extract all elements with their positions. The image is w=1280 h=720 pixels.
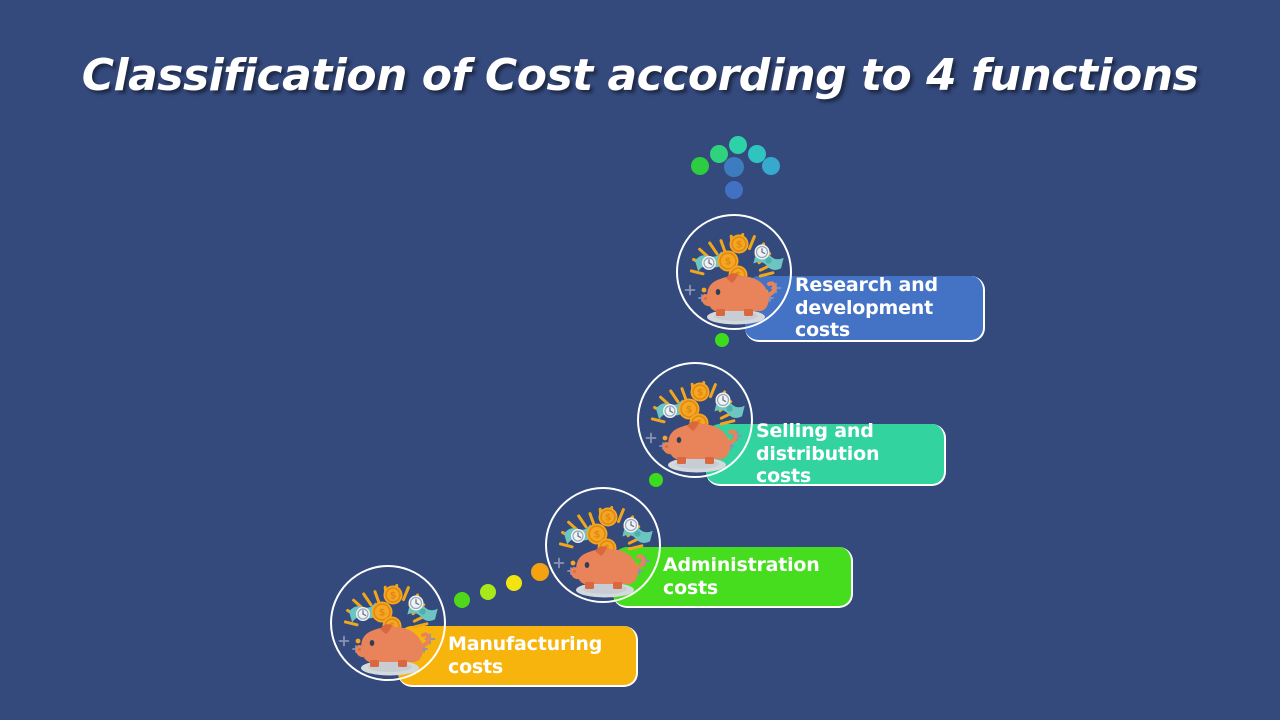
svg-text:$: $ <box>605 513 612 524</box>
cost-icon-clip-selling-and-distribution: $$$ <box>639 364 751 476</box>
pig-body-icon <box>662 421 738 473</box>
svg-text:$: $ <box>686 405 693 416</box>
connector-dot-trail-3 <box>506 575 522 591</box>
pig-body-icon <box>570 546 646 598</box>
connector-dot-trail-1 <box>454 592 470 608</box>
slide-canvas: Classification of Cost according to 4 fu… <box>0 0 1280 720</box>
cost-icon-circle-selling-and-distribution[interactable]: $$$ <box>637 362 753 478</box>
cost-icon-clip-research-and-development: $$$ <box>678 216 790 328</box>
piggy-bank-icon: $$$ <box>338 584 438 676</box>
connector-dot-trail-4 <box>531 563 549 581</box>
svg-text:$: $ <box>736 240 743 251</box>
svg-text:$: $ <box>379 608 386 619</box>
page-title: Classification of Cost according to 4 fu… <box>81 50 1199 101</box>
pig-body-icon <box>355 624 431 676</box>
connector-dot-green-sd <box>649 473 663 487</box>
svg-text:$: $ <box>390 591 397 602</box>
cost-label-text-administration: Administration costs <box>663 554 820 599</box>
piggy-bank-icon: $$$ <box>553 506 653 598</box>
fan-dot-blue-bottom <box>725 181 743 199</box>
piggy-bank-icon: $$$ <box>684 233 784 325</box>
svg-text:$: $ <box>725 257 732 268</box>
pig-body-icon <box>701 273 777 325</box>
fan-dot-blue-right <box>762 157 780 175</box>
svg-text:$: $ <box>697 388 704 399</box>
fan-dot-green-left <box>691 157 709 175</box>
connector-dot-trail-2 <box>480 584 496 600</box>
cost-icon-circle-research-and-development[interactable]: $$$ <box>676 214 792 330</box>
cost-icon-circle-administration[interactable]: $$$ <box>545 487 661 603</box>
cost-icon-clip-manufacturing: $$$ <box>332 567 444 679</box>
cost-label-text-research-and-development: Research and development costs <box>795 274 938 342</box>
piggy-bank-icon: $$$ <box>645 381 745 473</box>
fan-dot-blue-center <box>724 157 744 177</box>
cost-icon-circle-manufacturing[interactable]: $$$ <box>330 565 446 681</box>
svg-text:$: $ <box>594 530 601 541</box>
connector-dot-green-rd <box>715 333 729 347</box>
fan-dot-teal-top <box>729 136 747 154</box>
cost-label-text-selling-and-distribution: Selling and distribution costs <box>756 420 880 488</box>
cost-icon-clip-administration: $$$ <box>547 489 659 601</box>
cost-label-text-manufacturing: Manufacturing costs <box>448 633 603 678</box>
